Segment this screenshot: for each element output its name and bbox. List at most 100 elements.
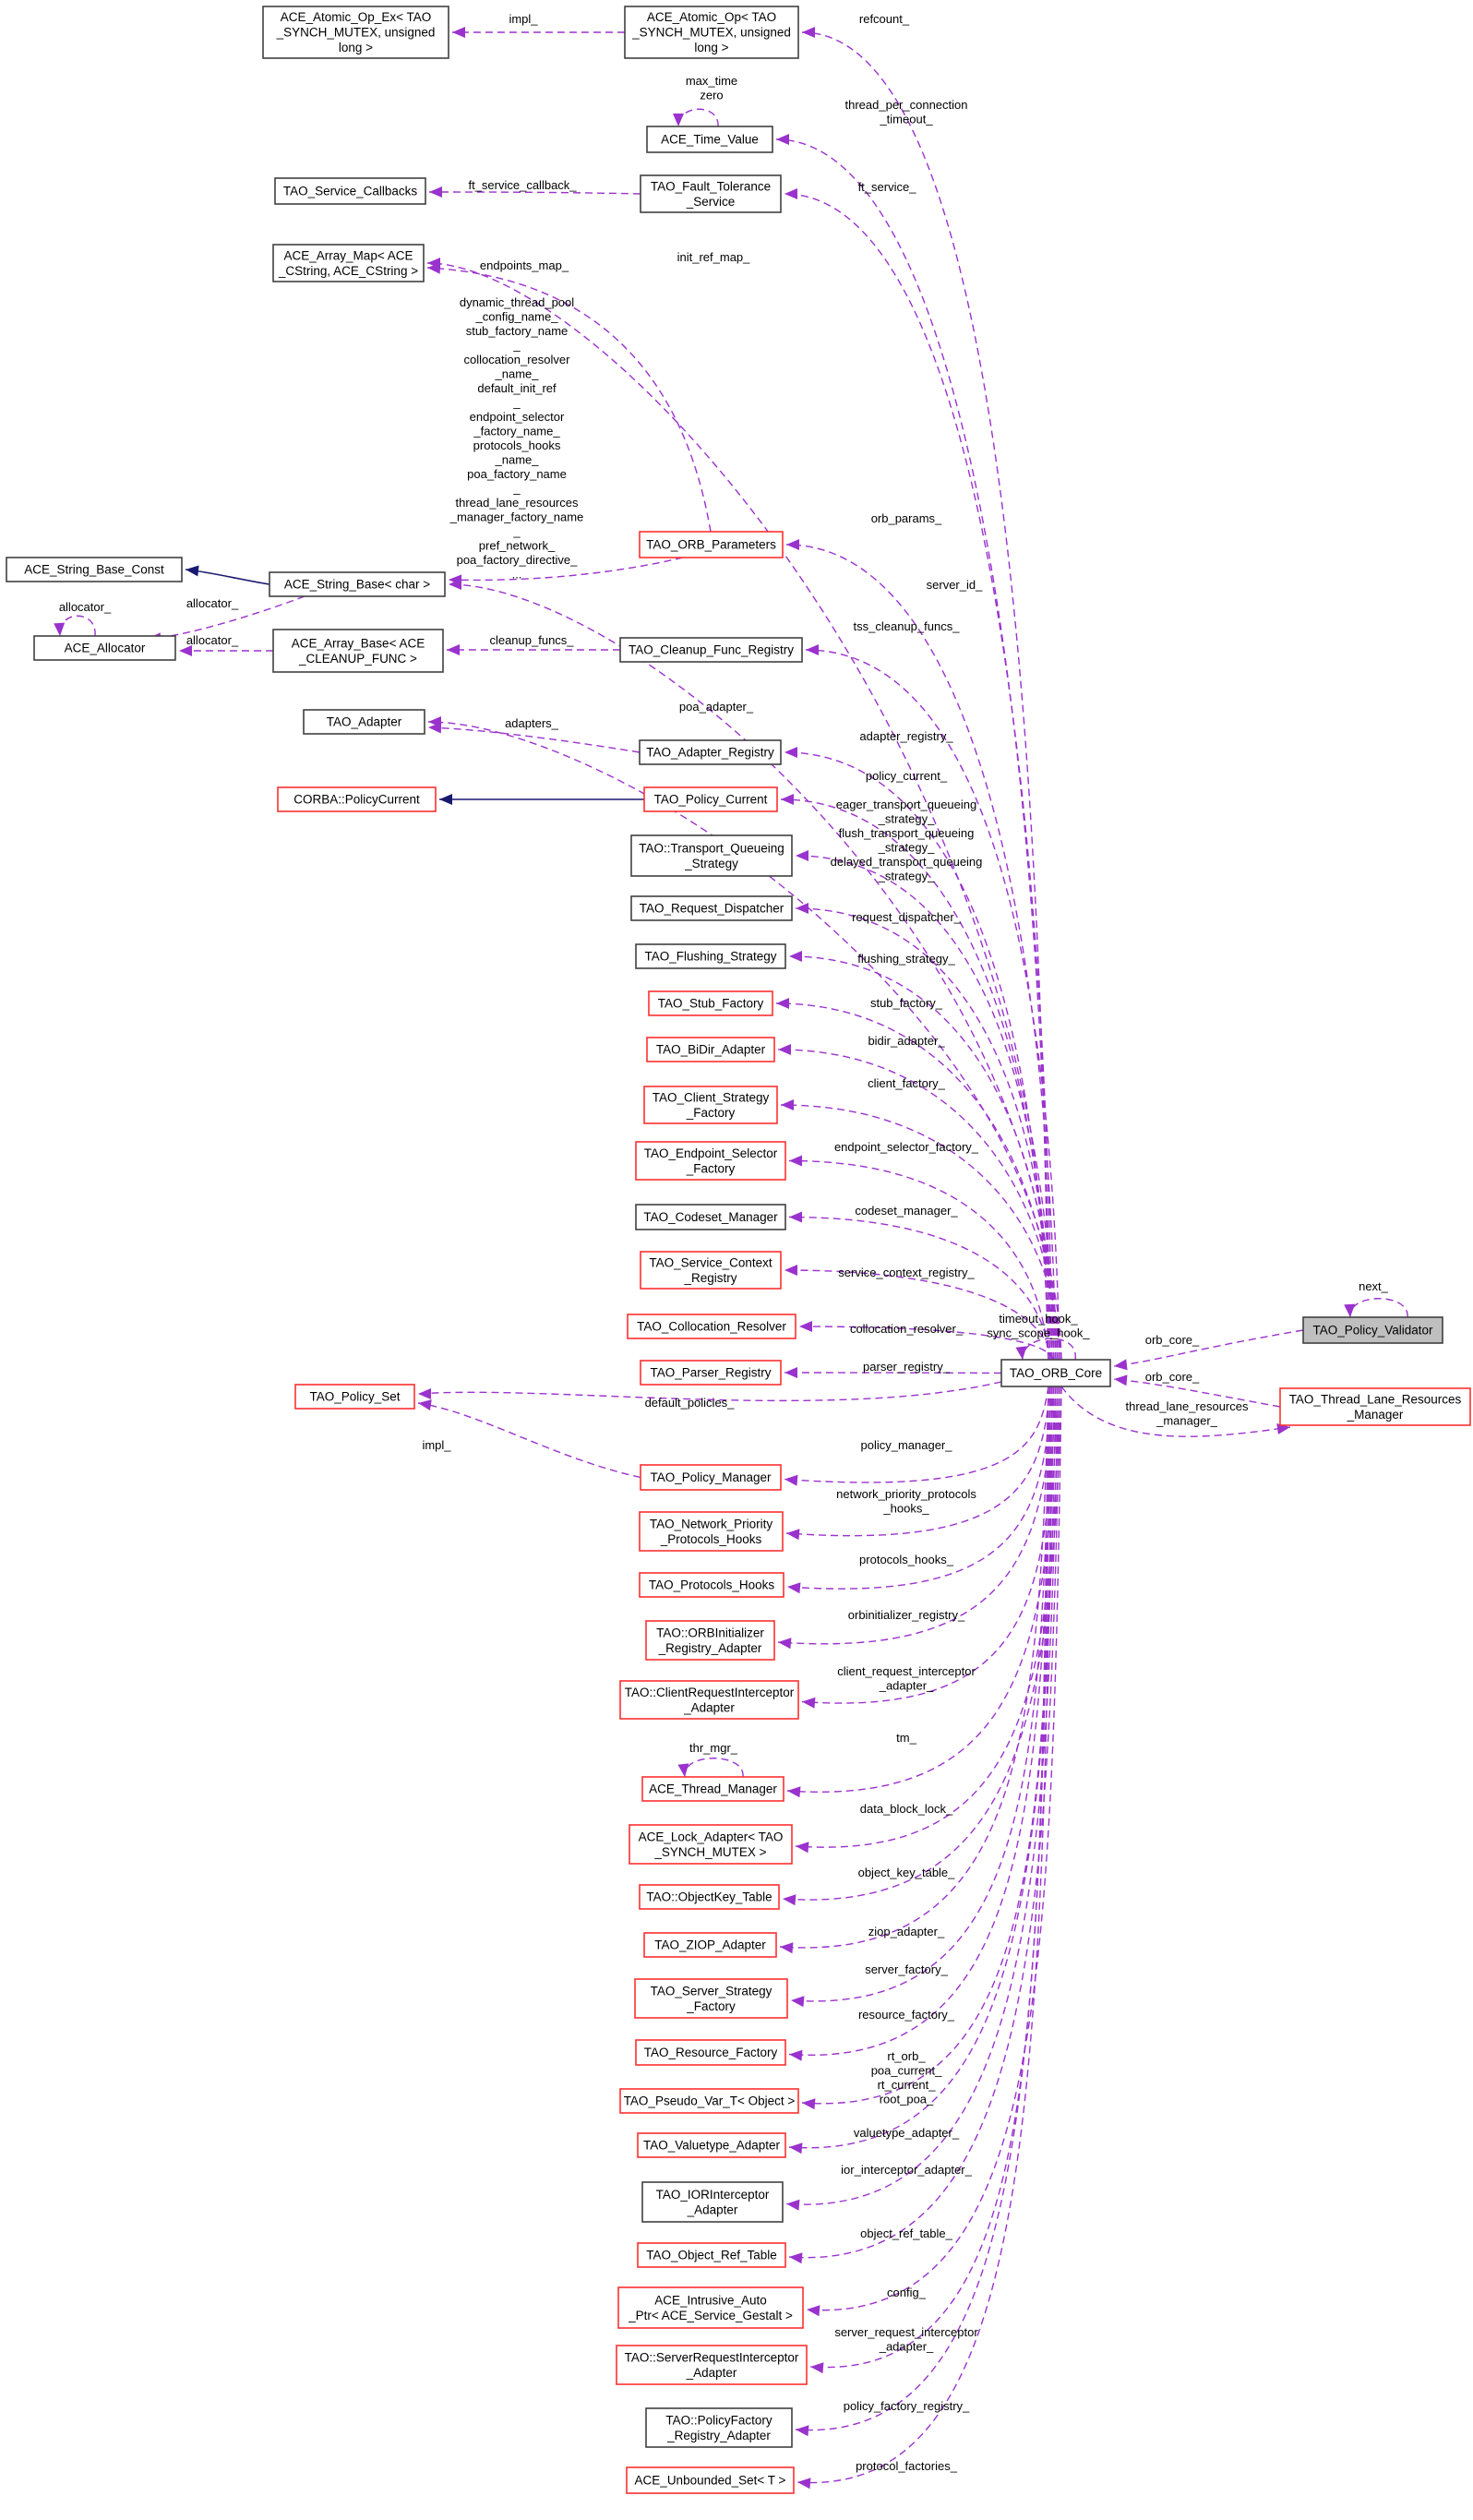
edge-label-line: timeout_hook_ xyxy=(999,1312,1078,1326)
class-node-orb-parameters[interactable]: TAO_ORB_Parameters xyxy=(639,531,784,558)
class-node-intrusive-ptr[interactable]: ACE_Intrusive_Auto _Ptr< ACE_Service_Gest… xyxy=(617,2286,804,2329)
edge-label-server-id: server_id_ xyxy=(927,578,983,592)
edge-label-line: tm_ xyxy=(896,1731,916,1745)
node-label-line: _Adapter xyxy=(683,1700,735,1714)
edge-label-line: _adapter_ xyxy=(879,2340,934,2354)
node-label-line: long > xyxy=(694,41,728,54)
node-label-line: TAO_Service_Callbacks xyxy=(283,185,418,198)
node-label-line: TAO_Collocation_Resolver xyxy=(637,1320,786,1334)
edge-label-line: endpoints_map_ xyxy=(480,258,569,272)
class-node-request-dispatcher[interactable]: TAO_Request_Dispatcher xyxy=(630,895,793,921)
class-node-fault-tolerance[interactable]: TAO_Fault_Tolerance _Service xyxy=(640,174,782,213)
class-node-protocols-hooks[interactable]: TAO_Protocols_Hooks xyxy=(639,1572,784,1598)
class-node-objectkey-table[interactable]: TAO::ObjectKey_Table xyxy=(639,1884,780,1910)
class-node-string-base-const[interactable]: ACE_String_Base_Const xyxy=(6,557,183,582)
node-label-line: _CString, ACE_CString > xyxy=(278,264,418,278)
class-node-client-strategy[interactable]: TAO_Client_Strategy _Factory xyxy=(643,1086,778,1124)
class-node-policy-validator[interactable]: TAO_Policy_Validator xyxy=(1302,1316,1443,1344)
class-node-valuetype-adapter[interactable]: TAO_Valuetype_Adapter xyxy=(637,2132,786,2158)
edge-label-cleanup-funcs: cleanup_funcs_ xyxy=(489,633,574,647)
node-label-line: TAO_Adapter_Registry xyxy=(646,746,774,760)
node-label-line: ACE_String_Base_Const xyxy=(24,563,164,577)
class-node-server-interceptor[interactable]: TAO::ServerRequestInterceptor_Adapter xyxy=(616,2345,808,2385)
class-node-time-value[interactable]: ACE_Time_Value xyxy=(646,126,773,153)
edge-label-allocator-arr: allocator_ xyxy=(186,633,239,647)
class-node-thread-manager[interactable]: ACE_Thread_Manager xyxy=(641,1776,784,1802)
edge-validator-to-orb-core xyxy=(1113,1329,1304,1367)
node-label-line: TAO_ORB_Parameters xyxy=(646,538,776,552)
node-label-line: ACE_Unbounded_Set< T > xyxy=(635,2474,786,2488)
edge-label-parser-registry: parser_registry_ xyxy=(863,1360,951,1374)
edge-label-impl-policy: impl_ xyxy=(422,1438,451,1452)
class-node-endpoint-selector[interactable]: TAO_Endpoint_Selector_Factory xyxy=(635,1141,786,1181)
class-node-transport-queueing[interactable]: TAO::Transport_Queueing_Strategy xyxy=(630,834,793,877)
class-node-policy-factory[interactable]: TAO::PolicyFactory_Registry_Adapter xyxy=(645,2407,793,2448)
class-node-unbounded-set[interactable]: ACE_Unbounded_Set< T > xyxy=(626,2466,795,2494)
edge-orb-core-to-lock-adapter-arrowhead xyxy=(796,1842,809,1854)
class-node-policy-current[interactable]: TAO_Policy_Current xyxy=(643,786,778,812)
class-node-adapter-registry[interactable]: TAO_Adapter_Registry xyxy=(639,739,782,765)
edge-orb-core-to-objectkey-table xyxy=(782,1386,1062,1901)
edge-label-adapter-registry: adapter_registry_ xyxy=(859,729,953,743)
class-node-bidir-adapter[interactable]: TAO_BiDir_Adapter xyxy=(646,1037,775,1062)
class-node-service-context[interactable]: TAO_Service_Context _Registry xyxy=(640,1251,782,1290)
class-node-string-base[interactable]: ACE_String_Base< char > xyxy=(269,571,446,597)
edge-label-line: client_factory_ xyxy=(868,1076,946,1090)
class-node-network-priority[interactable]: TAO_Network_Priority _Protocols_Hooks xyxy=(639,1511,784,1552)
edge-label-endpoints-map: endpoints_map_ xyxy=(480,258,569,272)
class-node-corba-policy-current[interactable]: CORBA::PolicyCurrent xyxy=(277,786,437,812)
class-node-collocation-resolver[interactable]: TAO_Collocation_Resolver xyxy=(627,1314,796,1339)
class-node-array-base[interactable]: ACE_Array_Base< ACE _CLEANUP_FUNC > xyxy=(272,629,444,673)
edge-policy-manager-to-policy-set xyxy=(417,1402,641,1479)
class-node-parser-registry[interactable]: TAO_Parser_Registry xyxy=(640,1360,782,1386)
class-node-flushing-strategy[interactable]: TAO_Flushing_Strategy xyxy=(635,943,786,969)
edge-orb-core-to-time-value-arrowhead xyxy=(776,134,789,145)
node-label-line: TAO_ZIOP_Adapter xyxy=(654,1938,766,1952)
node-label-line: _SYNCH_MUTEX > xyxy=(653,1845,766,1859)
class-node-orbinit-adapter[interactable]: TAO::ORBInitializer_Registry_Adapter xyxy=(645,1620,775,1661)
edge-label-line: server_request_interceptor xyxy=(834,2325,978,2339)
class-node-thread-lane-manager[interactable]: TAO_Thread_Lane_Resources _Manager xyxy=(1279,1387,1471,1426)
edge-label-line: endpoint_selector xyxy=(470,410,565,424)
edge-label-config: config_ xyxy=(887,2286,927,2299)
node-label-line: ACE_Allocator xyxy=(65,642,146,655)
edge-orb-core-to-orbinit-adapter-arrowhead xyxy=(778,1638,792,1650)
class-node-codeset-manager[interactable]: TAO_Codeset_Manager xyxy=(635,1204,786,1230)
class-node-cleanup-registry[interactable]: TAO_Cleanup_Func_Registry xyxy=(619,637,803,663)
edge-validator-to-orb-core-arrowhead xyxy=(1114,1359,1128,1371)
edge-orb-core-to-atomic-op-arrowhead xyxy=(802,27,815,38)
class-node-ziop-adapter[interactable]: TAO_ZIOP_Adapter xyxy=(643,1932,777,1958)
edge-label-init-ref-map: init_ref_map_ xyxy=(677,250,751,264)
class-node-object-ref-table[interactable]: TAO_Object_Ref_Table xyxy=(637,2242,786,2268)
class-node-adapter[interactable]: TAO_Adapter xyxy=(303,709,425,735)
edge-label-line: protocols_hooks xyxy=(473,438,561,452)
edge-label-data-block-lock: data_block_lock_ xyxy=(860,1802,953,1816)
class-node-resource-factory[interactable]: TAO_Resource_Factory xyxy=(635,2039,786,2066)
class-node-lock-adapter[interactable]: ACE_Lock_Adapter< TAO _SYNCH_MUTEX > xyxy=(629,1824,793,1865)
edge-cleanup-registry-to-array-base-arrowhead xyxy=(447,644,460,655)
class-node-client-interceptor[interactable]: TAO::ClientRequestInterceptor_Adapter xyxy=(619,1680,799,1720)
class-node-orb-core[interactable]: TAO_ORB_Core xyxy=(1000,1359,1111,1387)
class-node-allocator[interactable]: ACE_Allocator xyxy=(33,635,176,661)
class-node-stub-factory[interactable]: TAO_Stub_Factory xyxy=(648,990,773,1016)
class-node-pseudo-var[interactable]: TAO_Pseudo_Var_T< Object > xyxy=(619,2088,799,2114)
edge-label-codeset-manager: codeset_manager_ xyxy=(855,1204,958,1218)
edge-orb-core-to-policy-current-arrowhead xyxy=(781,794,794,805)
class-node-array-map[interactable]: ACE_Array_Map< ACE _CString, ACE_CString … xyxy=(272,244,425,282)
edge-label-line: _ xyxy=(512,524,521,538)
edge-orb-core-to-valuetype-adapter-arrowhead xyxy=(789,2142,803,2154)
class-node-service-callbacks[interactable]: TAO_Service_Callbacks xyxy=(274,177,426,205)
class-node-server-strategy[interactable]: TAO_Server_Strategy_Factory xyxy=(634,1978,788,2019)
class-node-policy-set[interactable]: TAO_Policy_Set xyxy=(294,1384,415,1410)
class-node-atomic-op-ex[interactable]: ACE_Atomic_Op_Ex< TAO _SYNCH_MUTEX, unsig… xyxy=(262,6,449,59)
edge-label-line: _name_ xyxy=(495,453,540,467)
class-node-atomic-op[interactable]: ACE_Atomic_Op< TAO _SYNCH_MUTEX, unsigned… xyxy=(624,6,799,59)
node-label-line: _Adapter xyxy=(687,2202,738,2216)
edge-orb-core-to-ior-interceptor-arrowhead xyxy=(786,2199,800,2211)
class-node-ior-interceptor[interactable]: TAO_IORInterceptor_Adapter xyxy=(641,2181,784,2223)
class-node-policy-manager[interactable]: TAO_Policy_Manager xyxy=(640,1464,782,1491)
edge-label-line: default_init_ref xyxy=(477,381,557,395)
edge-orb-core-to-unbounded-set-arrowhead xyxy=(797,2478,811,2490)
edge-label-line: _name_ xyxy=(495,367,540,381)
edge-orb-core-to-pseudo-var-arrowhead xyxy=(802,2098,816,2110)
